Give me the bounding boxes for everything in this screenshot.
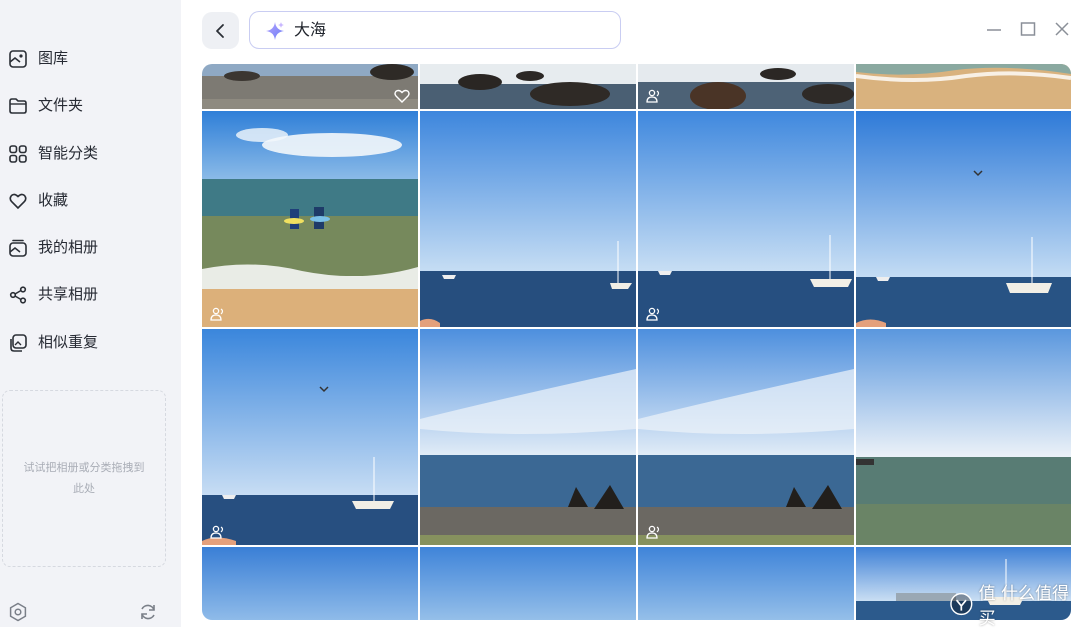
- person-icon: [210, 525, 224, 539]
- minimize-icon[interactable]: [985, 20, 1003, 38]
- gallery-icon: [9, 50, 27, 68]
- photo-thumbnail[interactable]: [638, 111, 854, 327]
- sidebar-item-favorites[interactable]: 收藏: [0, 180, 181, 220]
- photo-grid: [202, 64, 1071, 620]
- photo-thumbnail[interactable]: [638, 64, 854, 109]
- photo-thumbnail[interactable]: [202, 547, 418, 620]
- sidebar-item-folder[interactable]: 文件夹: [0, 85, 181, 125]
- person-icon: [210, 307, 224, 321]
- photo-thumbnail[interactable]: [202, 329, 418, 545]
- sidebar-item-shared-albums[interactable]: 共享相册: [0, 274, 181, 314]
- maximize-icon[interactable]: [1019, 20, 1037, 38]
- photo-thumbnail[interactable]: [420, 64, 636, 109]
- smzdm-logo-icon: [950, 592, 973, 616]
- back-button[interactable]: [202, 12, 239, 49]
- settings-icon[interactable]: [8, 602, 28, 622]
- heart-icon: [9, 193, 27, 210]
- photo-thumbnail[interactable]: [420, 111, 636, 327]
- grid-icon: [9, 145, 27, 163]
- search-input[interactable]: 大海: [249, 11, 621, 49]
- album-icon: [9, 239, 27, 257]
- close-icon[interactable]: [1053, 20, 1071, 38]
- photo-thumbnail[interactable]: [420, 547, 636, 620]
- watermark: 值 什么值得买: [950, 584, 1080, 629]
- favorite-heart-icon[interactable]: [394, 89, 410, 103]
- sidebar-item-smart-categories[interactable]: 智能分类: [0, 133, 181, 173]
- sidebar-item-label: 我的相册: [38, 238, 99, 256]
- photo-thumbnail[interactable]: [638, 547, 854, 620]
- share-icon: [9, 286, 27, 304]
- sidebar-item-label: 相似重复: [38, 333, 99, 351]
- watermark-text: 值 什么值得买: [978, 584, 1070, 629]
- sidebar-item-label: 智能分类: [38, 144, 99, 162]
- sidebar-item-similar-duplicates[interactable]: 相似重复: [0, 322, 181, 362]
- photo-thumbnail[interactable]: [202, 111, 418, 327]
- folder-icon: [9, 98, 27, 114]
- album-drop-zone[interactable]: 试试把相册或分类拖拽到此处: [2, 390, 166, 567]
- person-icon: [646, 525, 660, 539]
- sidebar-item-gallery[interactable]: 图库: [0, 38, 181, 78]
- photo-thumbnail[interactable]: [202, 64, 418, 109]
- photo-thumbnail[interactable]: [856, 111, 1071, 327]
- sidebar: 图库 文件夹 智能分类 收藏 我的相册 共享相册 相似重复 试试把相册或分类拖拽…: [0, 0, 181, 627]
- duplicate-icon: [10, 334, 27, 352]
- person-icon: [646, 307, 660, 321]
- sync-icon[interactable]: [138, 602, 158, 622]
- sidebar-item-label: 共享相册: [38, 285, 99, 303]
- photo-thumbnail[interactable]: [638, 329, 854, 545]
- photo-thumbnail[interactable]: [420, 329, 636, 545]
- person-icon: [646, 89, 660, 103]
- sidebar-item-label: 收藏: [38, 191, 69, 209]
- photo-thumbnail[interactable]: [856, 64, 1071, 109]
- sidebar-item-label: 文件夹: [38, 96, 84, 114]
- drop-zone-hint: 试试把相册或分类拖拽到此处: [23, 461, 145, 495]
- chevron-left-icon: [216, 24, 224, 38]
- sidebar-item-my-albums[interactable]: 我的相册: [0, 227, 181, 267]
- search-query: 大海: [294, 20, 327, 39]
- ai-sparkle-icon: [266, 22, 284, 40]
- photo-thumbnail[interactable]: [856, 329, 1071, 545]
- sidebar-item-label: 图库: [38, 49, 69, 67]
